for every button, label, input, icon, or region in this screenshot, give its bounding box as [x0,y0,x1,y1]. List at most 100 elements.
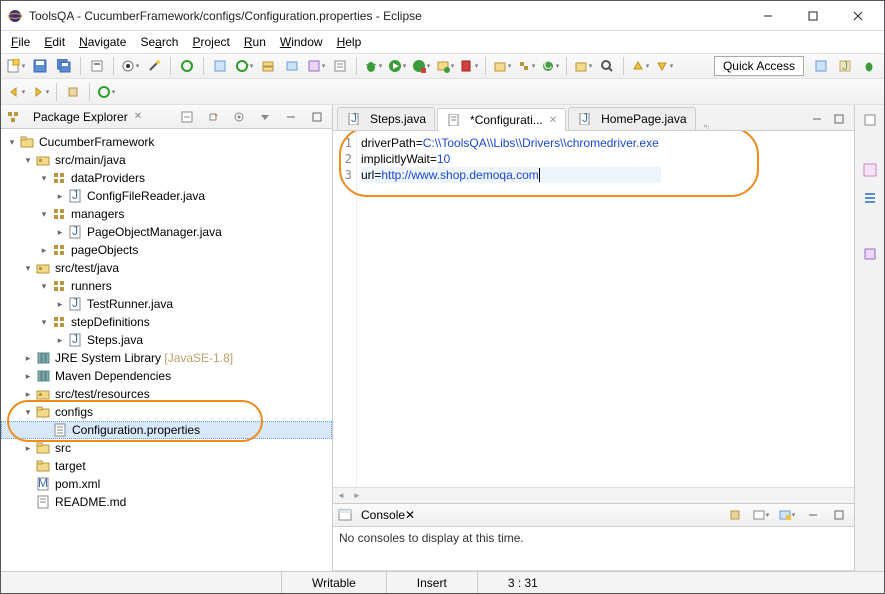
menu-run[interactable]: Run [238,33,272,51]
tree-pageobjectmanager[interactable]: ▸JPageObjectManager.java [1,223,332,241]
perspective-resource-button[interactable] [810,55,832,77]
close-icon[interactable]: ✕ [549,115,557,126]
new-button[interactable] [5,55,27,77]
build-button[interactable] [86,55,108,77]
external-tools-button[interactable] [458,55,480,77]
menu-navigate[interactable]: Navigate [73,33,132,51]
task-list-icon[interactable] [859,159,881,181]
tree-src-test-java[interactable]: ▾src/test/java [1,259,332,277]
refresh-nav-button[interactable] [95,81,117,103]
menu-project[interactable]: Project [186,33,235,51]
coverage-button[interactable] [410,55,432,77]
close-icon[interactable]: ✕ [405,508,415,522]
save-button[interactable] [29,55,51,77]
tab-homepage[interactable]: JHomePage.java [568,107,695,130]
tree-target[interactable]: target [1,457,332,475]
new-package-button[interactable] [515,55,537,77]
link-editor-button[interactable] [202,106,224,128]
minimize-view-button[interactable] [280,106,302,128]
java-file-icon: J [67,296,83,312]
open-console-button[interactable] [776,504,798,526]
new-class-button[interactable]: C [539,55,561,77]
relaunch-button[interactable] [176,55,198,77]
annotation-next-button[interactable] [653,55,675,77]
menu-edit[interactable]: Edit [38,33,71,51]
save-all-button[interactable] [53,55,75,77]
view-menu-button[interactable] [254,106,276,128]
new-jpa-button[interactable] [305,55,327,77]
new-connection-button[interactable] [281,55,303,77]
tree-src-main-java[interactable]: ▾src/main/java [1,151,332,169]
maximize-editor-button[interactable] [828,108,850,130]
toggle-mark-button[interactable] [209,55,231,77]
package-explorer-tab[interactable]: Package Explorer ✕ [29,108,146,126]
run-last-button[interactable] [434,55,456,77]
quick-access-field[interactable]: Quick Access [714,56,804,76]
perspective-debug-button[interactable] [858,55,880,77]
restore-view-button[interactable] [859,109,881,131]
tree-readme[interactable]: README.md [1,493,332,511]
annotation-prev-button[interactable] [629,55,651,77]
tree-testrunner[interactable]: ▸JTestRunner.java [1,295,332,313]
pin-editor-button[interactable] [62,81,84,103]
tree-managers[interactable]: ▾managers [1,205,332,223]
pin-console-button[interactable] [724,504,746,526]
run-button[interactable] [386,55,408,77]
debug-button[interactable] [362,55,384,77]
outline-icon[interactable] [859,187,881,209]
tree-src-test-resources[interactable]: ▸src/test/resources [1,385,332,403]
skip-breakpoints-button[interactable] [119,55,141,77]
focus-task-button[interactable] [228,106,250,128]
console-tab[interactable]: Console✕ [361,508,415,522]
editor-body[interactable]: 123 driverPath=C:\\ToolsQA\\Libs\\Driver… [333,131,854,487]
tree-pom[interactable]: Mpom.xml [1,475,332,493]
tree-pageobjects[interactable]: ▸pageObjects [1,241,332,259]
tab-configuration[interactable]: *Configurati...✕ [437,108,566,131]
wand-button[interactable] [143,55,165,77]
tree-runners[interactable]: ▾runners [1,277,332,295]
tree-project[interactable]: ▾CucumberFramework [1,133,332,151]
menu-file[interactable]: File [5,33,36,51]
code-area[interactable]: driverPath=C:\\ToolsQA\\Libs\\Drivers\\c… [357,131,854,487]
tab-steps[interactable]: JSteps.java [337,107,435,130]
tree-configfilereader[interactable]: ▸JConfigFileReader.java [1,187,332,205]
minimize-button[interactable] [745,2,790,30]
perspective-java-button[interactable]: J [834,55,856,77]
close-icon[interactable]: ✕ [134,111,142,122]
new-server-button[interactable] [257,55,279,77]
tabs-overflow-icon[interactable]: »₁ [698,123,716,130]
tree-src[interactable]: ▸src [1,439,332,457]
tree-maven[interactable]: ▸Maven Dependencies [1,367,332,385]
open-task-button[interactable] [329,55,351,77]
open-terminal-button[interactable] [233,55,255,77]
editor-hscroll[interactable] [333,487,854,503]
menu-search[interactable]: Search [134,33,184,51]
search-button[interactable] [596,55,618,77]
status-insert: Insert [386,572,477,593]
close-button[interactable] [835,2,880,30]
minimize-console-button[interactable] [802,504,824,526]
new-java-project-button[interactable] [491,55,513,77]
tree-steps[interactable]: ▸JSteps.java [1,331,332,349]
minimize-editor-button[interactable] [806,108,828,130]
tree-dataproviders[interactable]: ▾dataProviders [1,169,332,187]
forward-button[interactable] [29,81,51,103]
maximize-view-button[interactable] [306,106,328,128]
project-tree[interactable]: ▾CucumberFramework ▾src/main/java ▾dataP… [1,129,332,571]
svg-text:J: J [72,333,78,346]
menu-window[interactable]: Window [274,33,329,51]
build-view-icon[interactable] [859,243,881,265]
display-console-button[interactable] [750,504,772,526]
menu-help[interactable]: Help [331,33,368,51]
open-type-button[interactable] [572,55,594,77]
maximize-button[interactable] [790,2,835,30]
tree-configuration-properties[interactable]: Configuration.properties [1,421,332,439]
svg-text:C: C [543,59,552,72]
collapse-all-button[interactable] [176,106,198,128]
java-file-icon: J [67,188,83,204]
maximize-console-button[interactable] [828,504,850,526]
tree-stepdefinitions[interactable]: ▾stepDefinitions [1,313,332,331]
tree-configs[interactable]: ▾configs [1,403,332,421]
tree-jre[interactable]: ▸JRE System Library [JavaSE-1.8] [1,349,332,367]
back-button[interactable] [5,81,27,103]
